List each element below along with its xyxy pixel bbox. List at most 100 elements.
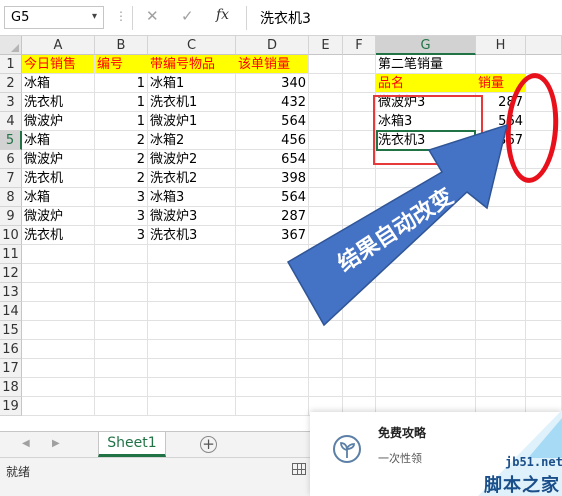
row-header-1[interactable]: 1 (0, 55, 22, 74)
column-header-e[interactable]: E (309, 36, 343, 55)
cell-b11[interactable] (95, 245, 148, 264)
cell-c16[interactable] (148, 340, 236, 359)
row-header-2[interactable]: 2 (0, 74, 22, 93)
row-header-8[interactable]: 8 (0, 188, 22, 207)
column-header-h[interactable]: H (476, 36, 526, 55)
cell-e18[interactable] (309, 378, 343, 397)
row-header-6[interactable]: 6 (0, 150, 22, 169)
next-sheet-icon[interactable]: ▶ (52, 438, 60, 449)
cell-f16[interactable] (343, 340, 376, 359)
cell-c17[interactable] (148, 359, 236, 378)
cell-b13[interactable] (95, 283, 148, 302)
cell-b3[interactable]: 1 (95, 93, 148, 112)
cell-a13[interactable] (22, 283, 95, 302)
cell-b7[interactable]: 2 (95, 169, 148, 188)
row-header-19[interactable]: 19 (0, 397, 22, 416)
cell-c12[interactable] (148, 264, 236, 283)
cell-e16[interactable] (309, 340, 343, 359)
row-header-12[interactable]: 12 (0, 264, 22, 283)
cell-e3[interactable] (309, 93, 343, 112)
cell-b8[interactable]: 3 (95, 188, 148, 207)
cell-b16[interactable] (95, 340, 148, 359)
cell-f17[interactable] (343, 359, 376, 378)
cell-b6[interactable]: 2 (95, 150, 148, 169)
cell-a17[interactable] (22, 359, 95, 378)
cell-c4[interactable]: 微波炉1 (148, 112, 236, 131)
prev-sheet-icon[interactable]: ◀ (22, 438, 30, 449)
cell-a3[interactable]: 洗衣机 (22, 93, 95, 112)
cell-f2[interactable] (343, 74, 376, 93)
column-header-g[interactable]: G (376, 36, 476, 55)
cell-g16[interactable] (376, 340, 476, 359)
cell-c19[interactable] (148, 397, 236, 416)
tab-sheet1[interactable]: Sheet1 (98, 432, 166, 457)
add-sheet-button[interactable]: + (200, 436, 217, 453)
cell-c11[interactable] (148, 245, 236, 264)
cell-a6[interactable]: 微波炉 (22, 150, 95, 169)
row-header-18[interactable]: 18 (0, 378, 22, 397)
row-header-17[interactable]: 17 (0, 359, 22, 378)
cell-c15[interactable] (148, 321, 236, 340)
cell-b2[interactable]: 1 (95, 74, 148, 93)
cell-a12[interactable] (22, 264, 95, 283)
cell-b4[interactable]: 1 (95, 112, 148, 131)
cell-f3[interactable] (343, 93, 376, 112)
cell-a4[interactable]: 微波炉 (22, 112, 95, 131)
cell-c6[interactable]: 微波炉2 (148, 150, 236, 169)
cell-f1[interactable] (343, 55, 376, 74)
cell-e17[interactable] (309, 359, 343, 378)
cell-b18[interactable] (95, 378, 148, 397)
row-header-11[interactable]: 11 (0, 245, 22, 264)
cell-c5[interactable]: 冰箱2 (148, 131, 236, 150)
more-options-icon[interactable]: ⋮ (115, 9, 127, 23)
cancel-icon[interactable]: ✕ (146, 7, 159, 25)
cell-a14[interactable] (22, 302, 95, 321)
cell-e2[interactable] (309, 74, 343, 93)
cell-a5[interactable]: 冰箱 (22, 131, 95, 150)
cell-h16[interactable] (476, 340, 526, 359)
cell-c3[interactable]: 洗衣机1 (148, 93, 236, 112)
cell-a18[interactable] (22, 378, 95, 397)
cell-b9[interactable]: 3 (95, 207, 148, 226)
cell-b12[interactable] (95, 264, 148, 283)
cell-a15[interactable] (22, 321, 95, 340)
cell-h1[interactable] (476, 55, 526, 74)
row-header-10[interactable]: 10 (0, 226, 22, 245)
row-header-13[interactable]: 13 (0, 283, 22, 302)
cell-e1[interactable] (309, 55, 343, 74)
cell-g1[interactable]: 第二笔销量 (376, 55, 476, 74)
row-header-7[interactable]: 7 (0, 169, 22, 188)
cell-a11[interactable] (22, 245, 95, 264)
normal-view-icon[interactable] (292, 463, 306, 475)
cell-b19[interactable] (95, 397, 148, 416)
row-header-15[interactable]: 15 (0, 321, 22, 340)
cell-c14[interactable] (148, 302, 236, 321)
column-header-b[interactable]: B (95, 36, 148, 55)
row-header-3[interactable]: 3 (0, 93, 22, 112)
cell-a2[interactable]: 冰箱 (22, 74, 95, 93)
cell-b1[interactable]: 编号 (95, 55, 148, 74)
select-all-corner[interactable] (0, 36, 22, 55)
cell-d1[interactable]: 该单销量 (236, 55, 309, 74)
row-header-5[interactable]: 5 (0, 131, 22, 150)
row-header-9[interactable]: 9 (0, 207, 22, 226)
cell-d18[interactable] (236, 378, 309, 397)
cell-a19[interactable] (22, 397, 95, 416)
cell-c18[interactable] (148, 378, 236, 397)
cell-g2[interactable]: 品名 (376, 74, 476, 93)
cell-c1[interactable]: 带编号物品 (148, 55, 236, 74)
cell-d17[interactable] (236, 359, 309, 378)
cell-a10[interactable]: 洗衣机 (22, 226, 95, 245)
cell-b10[interactable]: 3 (95, 226, 148, 245)
row-header-4[interactable]: 4 (0, 112, 22, 131)
cell-b14[interactable] (95, 302, 148, 321)
cell-d16[interactable] (236, 340, 309, 359)
cell-h18[interactable] (476, 378, 526, 397)
cell-g17[interactable] (376, 359, 476, 378)
cell-c13[interactable] (148, 283, 236, 302)
cell-b17[interactable] (95, 359, 148, 378)
cell-a8[interactable]: 冰箱 (22, 188, 95, 207)
insert-function-icon[interactable]: fx (216, 7, 229, 23)
cell-a7[interactable]: 洗衣机 (22, 169, 95, 188)
cell-d3[interactable]: 432 (236, 93, 309, 112)
